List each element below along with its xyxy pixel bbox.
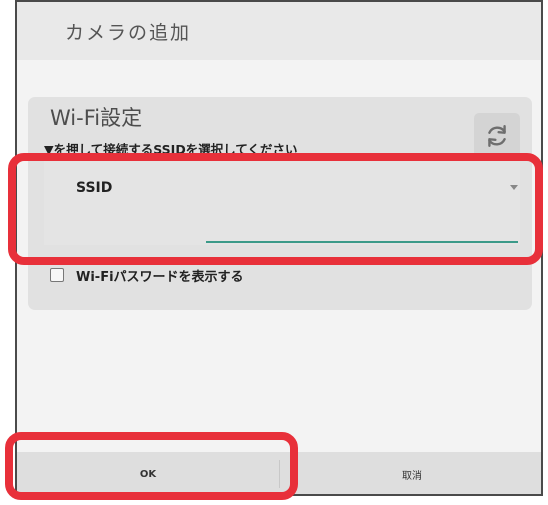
wifi-password-input[interactable] (206, 241, 518, 243)
ssid-instruction-text: ▼を押して接続するSSIDを選択してください (44, 142, 298, 157)
cancel-button[interactable]: 取消 (281, 452, 541, 494)
dialog-button-bar: OK 取消 (17, 452, 541, 494)
dialog-title: カメラの追加 (65, 22, 192, 44)
button-divider (279, 460, 280, 488)
ok-button[interactable]: OK (17, 452, 279, 494)
show-password-checkbox[interactable] (50, 268, 64, 282)
wifi-settings-panel: Wi-Fi設定 ▼を押して接続するSSIDを選択してください SSID Wi-F… (28, 97, 532, 310)
refresh-button[interactable] (474, 113, 520, 159)
refresh-icon (488, 125, 506, 147)
dialog-title-bar: カメラの追加 (17, 2, 541, 60)
add-camera-dialog: カメラの追加 Wi-Fi設定 ▼を押して接続するSSIDを選択してください SS… (15, 0, 543, 496)
wifi-settings-heading: Wi-Fi設定 (50, 106, 143, 130)
show-password-option[interactable]: Wi-Fiパスワードを表示する (50, 265, 244, 285)
ssid-dropdown-label: SSID (76, 180, 113, 196)
dropdown-arrow-icon[interactable] (510, 185, 518, 190)
show-password-label: Wi-Fiパスワードを表示する (76, 269, 244, 285)
ssid-dropdown[interactable]: SSID (44, 159, 520, 245)
